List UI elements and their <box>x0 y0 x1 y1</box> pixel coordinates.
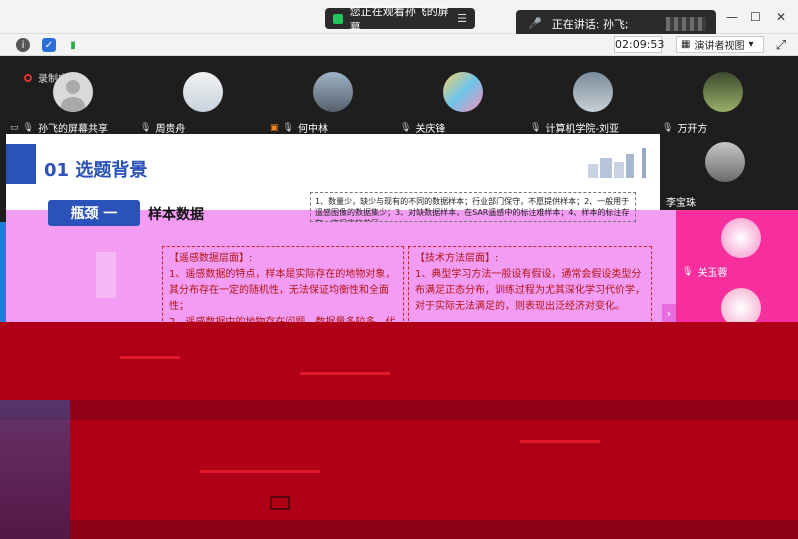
mic-muted-icon: 🎙 <box>400 122 412 133</box>
meeting-timer: 02:09:53 <box>614 36 665 53</box>
participant-name: 关玉蓉 <box>697 268 728 279</box>
participant-name: 孙飞的屏幕共享 <box>37 124 108 135</box>
corrupted-band <box>0 400 798 420</box>
title-bar: 您正在观看孙飞的屏幕 ☰ 🎤 正在讲话: 孙飞; — ☐ ✕ <box>0 0 798 37</box>
participant-name-tag: ▣ 🎙 何中林 <box>270 120 328 136</box>
mic-muted-icon: 🎙 <box>662 122 674 133</box>
avatar[interactable] <box>703 72 743 112</box>
avatar[interactable] <box>573 72 613 112</box>
screen-share-icon: ▭ <box>10 122 19 133</box>
participant-name: 周贵舟 <box>155 124 186 135</box>
share-status-icon <box>333 13 343 24</box>
participant-name: 何中林 <box>297 124 328 135</box>
mic-muted-icon: 🎙 <box>282 122 294 133</box>
avatar[interactable] <box>721 218 761 258</box>
chevron-right-icon[interactable]: › <box>662 304 676 324</box>
view-mode-label: 演讲者视图 <box>694 41 745 52</box>
avatar[interactable] <box>443 72 483 112</box>
meeting-toolbar: i ✓ ▮ 02:09:53 ▦ 演讲者视图 ▾ ⤢ <box>0 34 798 56</box>
share-menu-icon[interactable]: ☰ <box>457 12 467 25</box>
slide-section-title: 01 选题背景 <box>44 160 148 181</box>
glitch-line <box>120 356 180 359</box>
sample-data-title: 样本数据 <box>148 207 204 223</box>
maximize-button[interactable]: ☐ <box>750 10 761 24</box>
avatar[interactable] <box>705 142 745 182</box>
panel-line: 1、遥感数据的特点，样本是实际存在的地物对象，其分布存在一定的随机性，无法保证均… <box>169 269 396 312</box>
share-status-text: 您正在观看孙飞的屏幕 <box>349 4 449 34</box>
note-box: 1、数量少，缺少与现有的不同的数据样本；行业部门保守，不愿提供样本；2、一般用于… <box>310 192 636 222</box>
signal-bars-icon: ▮ <box>70 39 76 51</box>
participant-name: 计算机学院-刘亚 <box>545 124 620 135</box>
slide-accent-bar <box>6 144 36 184</box>
participant-tile: 🎙 关玉蓉 <box>676 210 798 328</box>
glitch-line <box>520 440 600 443</box>
speaking-text: 正在讲话: 孙飞; <box>551 17 629 31</box>
chevron-down-icon: ▾ <box>748 39 754 50</box>
participant-name-tag: 🎙 万开方 <box>662 120 708 136</box>
mic-muted-icon: 🎙 <box>682 266 694 277</box>
screen-icon <box>270 496 290 510</box>
remote-sensing-panel: 【遥感数据层面】: 1、遥感数据的特点，样本是实际存在的地物对象，其分布存在一定… <box>162 246 404 326</box>
participant-name: 关庆锋 <box>415 124 446 135</box>
participant-name-tag: 李宝珠 <box>666 194 696 209</box>
participant-name: 万开方 <box>677 124 708 135</box>
panel-title: 【遥感数据层面】: <box>169 253 253 264</box>
glitch-line <box>200 470 320 473</box>
speaker-view-button[interactable]: ▦ 演讲者视图 ▾ <box>676 36 764 53</box>
corrupted-band <box>70 520 798 539</box>
speaker-wave-icon <box>666 16 706 31</box>
mic-muted-icon: 🎙 <box>530 122 542 133</box>
info-icon[interactable]: i <box>16 38 30 52</box>
bottleneck-label: 瓶颈 一 <box>48 200 140 226</box>
screen-share-indicator[interactable]: 您正在观看孙飞的屏幕 ☰ <box>325 5 475 34</box>
participant-gallery: 录制中 ▭ 🎙 孙飞的屏幕共享 🎙 周贵舟 ▣ 🎙 何中林 🎙 关庆锋 🎙 计算… <box>0 56 798 136</box>
corrupted-region <box>0 322 798 539</box>
security-shield-icon[interactable]: ✓ <box>42 38 56 52</box>
mic-icon: 🎤 <box>528 17 542 30</box>
record-icon <box>24 73 32 82</box>
participant-name-tag: 🎙 周贵舟 <box>140 120 186 136</box>
participant-name-tag: ▭ 🎙 孙飞的屏幕共享 <box>10 120 108 136</box>
desktop-edge <box>0 222 6 322</box>
default-user-icon <box>61 80 85 112</box>
avatar[interactable] <box>183 72 223 112</box>
mic-icon: 🎙 <box>22 122 34 133</box>
down-arrow-icon <box>96 252 116 298</box>
minimize-button[interactable]: — <box>726 10 738 24</box>
active-speaker-indicator: 🎤 正在讲话: 孙飞; <box>516 10 716 37</box>
user-badge-icon: ▣ <box>270 122 279 133</box>
desktop-edge <box>0 400 70 539</box>
fullscreen-icon[interactable]: ⤢ <box>774 38 788 53</box>
close-button[interactable]: ✕ <box>776 10 786 24</box>
technical-method-panel: 【技术方法层面】: 1、典型学习方法一般设有假设，通常会假设类型分布满足正态分布… <box>408 246 652 326</box>
avatar[interactable] <box>53 72 93 112</box>
panel-title: 【技术方法层面】: <box>415 253 499 264</box>
mic-muted-icon: 🎙 <box>140 122 152 133</box>
grid-view-icon: ▦ <box>681 39 691 50</box>
avatar[interactable] <box>313 72 353 112</box>
participant-name-tag: 🎙 关玉蓉 <box>682 264 728 280</box>
participant-name-tag: 🎙 关庆锋 <box>400 120 446 136</box>
panel-line: 1、典型学习方法一般设有假设，通常会假设类型分布满足正态分布，训练过程为尤其深化… <box>415 269 645 312</box>
city-skyline-icon <box>588 148 646 178</box>
participant-name-tag: 🎙 计算机学院-刘亚 <box>530 120 620 136</box>
participant-name: 李宝珠 <box>666 198 696 209</box>
glitch-line <box>300 372 390 375</box>
